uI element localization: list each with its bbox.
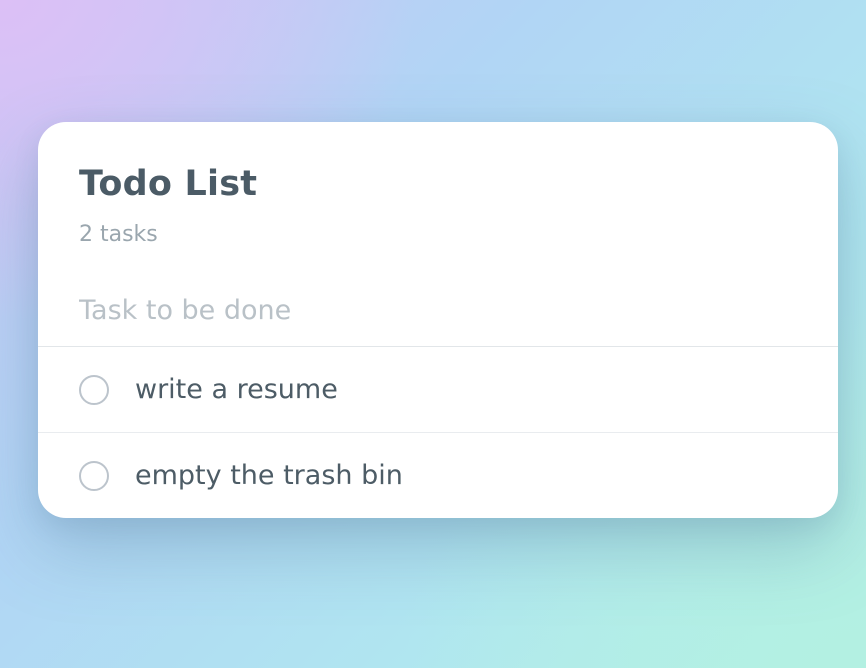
- checkbox-circle-icon[interactable]: [79, 374, 109, 405]
- task-label: empty the trash bin: [135, 459, 403, 491]
- list-item[interactable]: write a resume: [38, 347, 838, 432]
- task-list: write a resume empty the trash bin: [38, 346, 838, 518]
- page-title: Todo List: [79, 164, 258, 204]
- todo-card: Todo List 2 tasks write a resume empty t…: [38, 122, 838, 518]
- task-label: write a resume: [135, 373, 338, 405]
- new-task-input[interactable]: [79, 290, 779, 330]
- checkbox-circle-icon[interactable]: [79, 460, 109, 491]
- list-item[interactable]: empty the trash bin: [38, 432, 838, 518]
- task-count: 2 tasks: [79, 222, 158, 247]
